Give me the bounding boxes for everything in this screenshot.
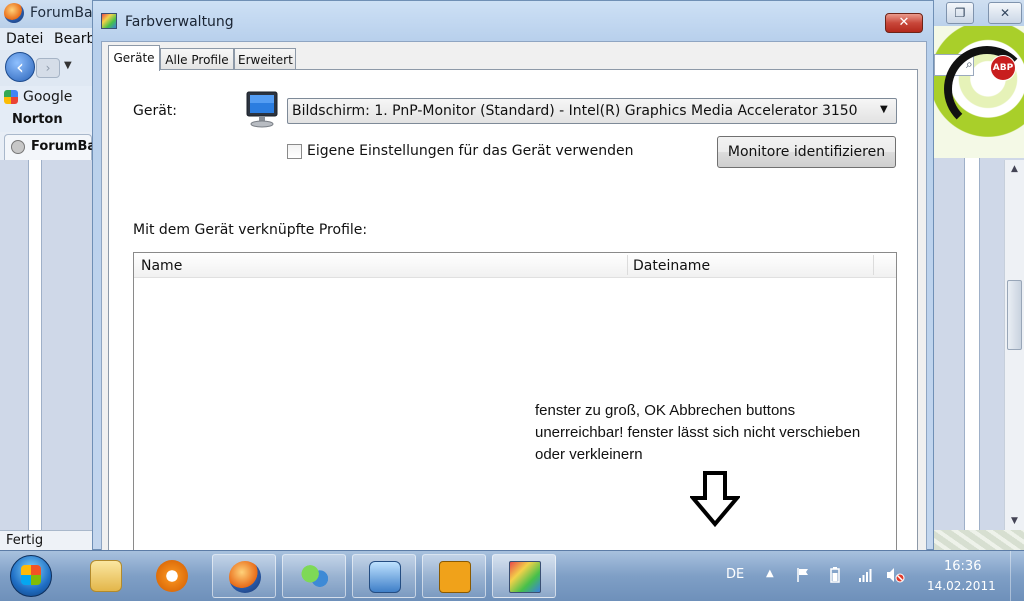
- dialog-close-button[interactable]: ✕: [885, 13, 923, 33]
- annotation-line: oder verkleinern: [535, 446, 643, 463]
- taskbar-messenger[interactable]: [282, 554, 346, 598]
- browser-title: ForumBa: [30, 5, 93, 21]
- messenger-icon: [299, 561, 331, 593]
- control-panel-icon: [369, 561, 401, 593]
- browser-tab-label: ForumBa: [31, 139, 97, 154]
- show-hidden-icons-icon[interactable]: ▲: [766, 568, 774, 579]
- column-header-dateiname[interactable]: Dateiname: [633, 258, 710, 274]
- volume-muted-icon[interactable]: [886, 567, 906, 583]
- clock-time[interactable]: 16:36: [944, 559, 981, 574]
- browser-navbar: ‹ › ▼: [0, 50, 92, 86]
- chevron-down-icon[interactable]: ▼: [880, 104, 888, 115]
- annotation-line: unerreichbar! fenster lässt sich nicht v…: [535, 424, 861, 441]
- browser-window-controls: ❐ ✕: [934, 0, 1024, 26]
- own-settings-label[interactable]: Eigene Einstellungen für das Gerät verwe…: [307, 143, 633, 159]
- dialog-title: Farbverwaltung: [125, 14, 234, 30]
- taskbar-explorer[interactable]: [74, 554, 138, 598]
- page-banner-image: ⌕: [934, 26, 1024, 158]
- scroll-up-icon[interactable]: ▲: [1005, 160, 1024, 178]
- explorer-icon: [90, 560, 122, 592]
- browser-tab[interactable]: ForumBa: [4, 134, 96, 160]
- show-desktop-button[interactable]: [1010, 551, 1024, 601]
- color-management-icon: [509, 561, 541, 593]
- device-label: Gerät:: [133, 103, 178, 119]
- taskbar-control-panel[interactable]: [352, 554, 416, 598]
- status-text: Fertig: [6, 533, 44, 548]
- page-scrollbar[interactable]: ▲ ▼: [1004, 160, 1024, 530]
- start-button[interactable]: [10, 555, 52, 597]
- taskbar: DE ▲ 16:36 14.02.2011: [0, 550, 1024, 601]
- back-arrow-icon[interactable]: ‹: [5, 52, 35, 82]
- menu-datei[interactable]: Datei: [6, 31, 43, 47]
- down-arrow-annotation-icon: [690, 471, 740, 528]
- close-icon[interactable]: ✕: [988, 2, 1022, 24]
- google-toolbar: Google: [0, 86, 92, 108]
- identify-monitors-button[interactable]: Monitore identifizieren: [717, 136, 896, 168]
- own-settings-checkbox[interactable]: [287, 144, 302, 159]
- taskbar-firefox[interactable]: [212, 554, 276, 598]
- device-select-value: Bildschirm: 1. PnP-Monitor (Standard) - …: [292, 103, 858, 119]
- browser-statusbar: Fertig: [0, 530, 92, 551]
- action-center-flag-icon[interactable]: [796, 567, 810, 583]
- annotation-line: fenster zu groß, OK Abbrechen buttons: [535, 402, 796, 419]
- taskbar-color-management[interactable]: [492, 554, 556, 598]
- adblock-plus-icon[interactable]: ABP: [990, 55, 1016, 81]
- network-signal-icon[interactable]: [858, 567, 872, 583]
- google-icon: [4, 90, 18, 104]
- page-column-stripe: [28, 160, 42, 530]
- page-column-stripe: [964, 158, 980, 530]
- user-annotation: fenster zu groß, OK Abbrechen buttons un…: [535, 400, 905, 466]
- linked-profiles-label: Mit dem Gerät verknüpfte Profile:: [133, 222, 368, 238]
- history-dropdown-icon[interactable]: ▼: [64, 60, 72, 71]
- tab-alle-profile[interactable]: Alle Profile: [160, 48, 234, 70]
- clock-date[interactable]: 14.02.2011: [927, 579, 996, 593]
- windows-logo-icon: [21, 565, 41, 585]
- scroll-down-icon[interactable]: ▼: [1005, 512, 1024, 530]
- taskbar-network[interactable]: [422, 554, 486, 598]
- network-globe-icon: [439, 561, 471, 593]
- monitor-icon: [246, 91, 278, 128]
- battery-icon[interactable]: [828, 567, 842, 583]
- device-select[interactable]: Bildschirm: 1. PnP-Monitor (Standard) - …: [287, 98, 897, 124]
- firefox-icon: [229, 561, 261, 593]
- taskbar-media-player[interactable]: [140, 554, 204, 598]
- column-divider[interactable]: [627, 255, 628, 275]
- page-map-fragment: [934, 530, 1024, 550]
- tab-panel-geraete: Gerät: Bildschirm: 1. PnP-Monitor (Stand…: [108, 69, 918, 554]
- decorative-swirl: [934, 106, 1024, 158]
- browser-menubar: Datei Bearb: [0, 28, 95, 50]
- restore-icon[interactable]: ❐: [946, 2, 974, 24]
- favicon-icon: [11, 140, 25, 154]
- tab-geraete[interactable]: Geräte: [108, 45, 160, 71]
- list-header: Name Dateiname: [134, 253, 896, 278]
- language-indicator[interactable]: DE: [726, 567, 744, 582]
- media-player-icon: [156, 560, 188, 592]
- color-management-dialog: Farbverwaltung ✕ Geräte Alle Profile Erw…: [92, 0, 934, 554]
- column-divider[interactable]: [873, 255, 874, 275]
- scroll-thumb[interactable]: [1007, 280, 1022, 350]
- menu-bearbeiten[interactable]: Bearb: [54, 31, 95, 47]
- norton-menu[interactable]: Norton: [12, 112, 63, 127]
- column-header-name[interactable]: Name: [141, 258, 182, 274]
- norton-toolbar: Norton: [0, 108, 92, 132]
- color-management-icon: [101, 13, 117, 29]
- tab-erweitert[interactable]: Erweitert: [234, 48, 296, 70]
- dialog-body: Geräte Alle Profile Erweitert Gerät: Bil…: [101, 41, 927, 554]
- firefox-logo-icon: [4, 3, 24, 23]
- google-toolbar-label[interactable]: Google: [23, 89, 72, 105]
- page-content-left: [0, 160, 92, 530]
- forward-arrow-icon[interactable]: ›: [36, 58, 60, 78]
